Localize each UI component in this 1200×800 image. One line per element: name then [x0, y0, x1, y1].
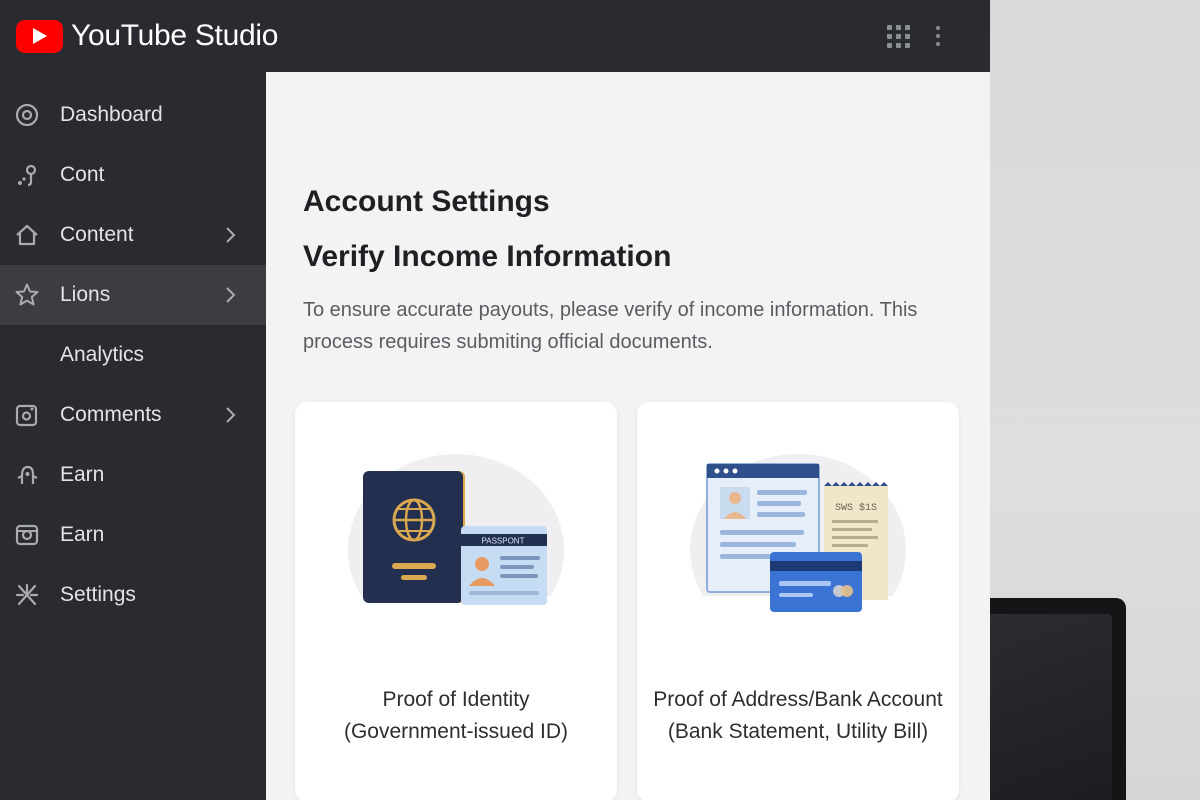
background-device-screen [990, 614, 1112, 800]
sidebar-item-label: Dashboard [60, 103, 163, 126]
settings-icon [14, 582, 40, 608]
sidebar-item-content[interactable]: Content [0, 205, 266, 265]
sidebar-item-label: Analytics [60, 343, 145, 366]
more-vert-icon[interactable] [918, 16, 958, 56]
studio-window: YouTube Studio Dashboard Cont Content Li… [0, 0, 990, 800]
card-title: Proof of Address/Bank Account [653, 688, 943, 711]
chevron-right-icon [226, 227, 236, 243]
sidebar-item-label: Content [60, 223, 134, 246]
sidebar-item-lions[interactable]: Lions [0, 265, 266, 325]
comments-icon [14, 402, 40, 428]
sidebar-item-settings[interactable]: Settings [0, 565, 266, 625]
sidebar-item-dashboard[interactable]: Dashboard [0, 85, 266, 145]
top-bar: YouTube Studio [0, 0, 990, 72]
home-icon [14, 222, 40, 248]
sidebar-item-label: Cont [60, 163, 105, 186]
sidebar-item-analytics[interactable]: Analytics [0, 325, 266, 385]
section-title: Verify Income Information [303, 240, 672, 273]
app-title: YouTube Studio [71, 19, 279, 52]
star-icon [14, 282, 40, 308]
sidebar: Dashboard Cont Content Lions Analytics C… [0, 72, 266, 800]
page-title: Account Settings [303, 185, 550, 218]
sidebar-item-label: Lions [60, 283, 111, 306]
card-subtitle: (Government-issued ID) [343, 720, 569, 743]
sidebar-item-label: Earn [60, 463, 105, 486]
sidebar-item-comments[interactable]: Comments [0, 385, 266, 445]
apps-grid-icon[interactable] [878, 16, 918, 56]
app-logo[interactable]: YouTube Studio [16, 19, 278, 53]
earn-icon [14, 462, 40, 488]
svg-text:SWS $1S: SWS $1S [835, 502, 877, 514]
card-title: Proof of Identity [382, 688, 530, 711]
sidebar-item-earn[interactable]: Earn [0, 445, 266, 505]
section-description: To ensure accurate payouts, please verif… [303, 299, 918, 353]
background-device [990, 598, 1126, 800]
proof-of-address-card[interactable]: SWS $1S Proof of Address/Bank Account (B… [637, 402, 959, 800]
main-content: Account Settings Verify Income Informati… [266, 72, 990, 800]
passport-icon: PASSPONT [345, 446, 567, 651]
proof-of-identity-card[interactable]: PASSPONT Proof of Identity (Government-i… [295, 402, 617, 800]
sidebar-item-label: Comments [60, 403, 162, 426]
sidebar-item-label: Settings [60, 583, 136, 606]
earn-camera-icon [14, 522, 40, 548]
sidebar-item-earn-2[interactable]: Earn [0, 505, 266, 565]
svg-text:PASSPONT: PASSPONT [482, 537, 525, 546]
chevron-right-icon [226, 407, 236, 423]
bank-documents-icon: SWS $1S [687, 446, 909, 651]
card-subtitle: (Bank Statement, Utility Bill) [667, 720, 929, 743]
sidebar-item-label: Earn [60, 523, 105, 546]
cont-icon [14, 162, 40, 188]
dashboard-icon [14, 102, 40, 128]
sidebar-item-cont[interactable]: Cont [0, 145, 266, 205]
youtube-logo-icon [16, 19, 63, 53]
chevron-right-icon [226, 287, 236, 303]
